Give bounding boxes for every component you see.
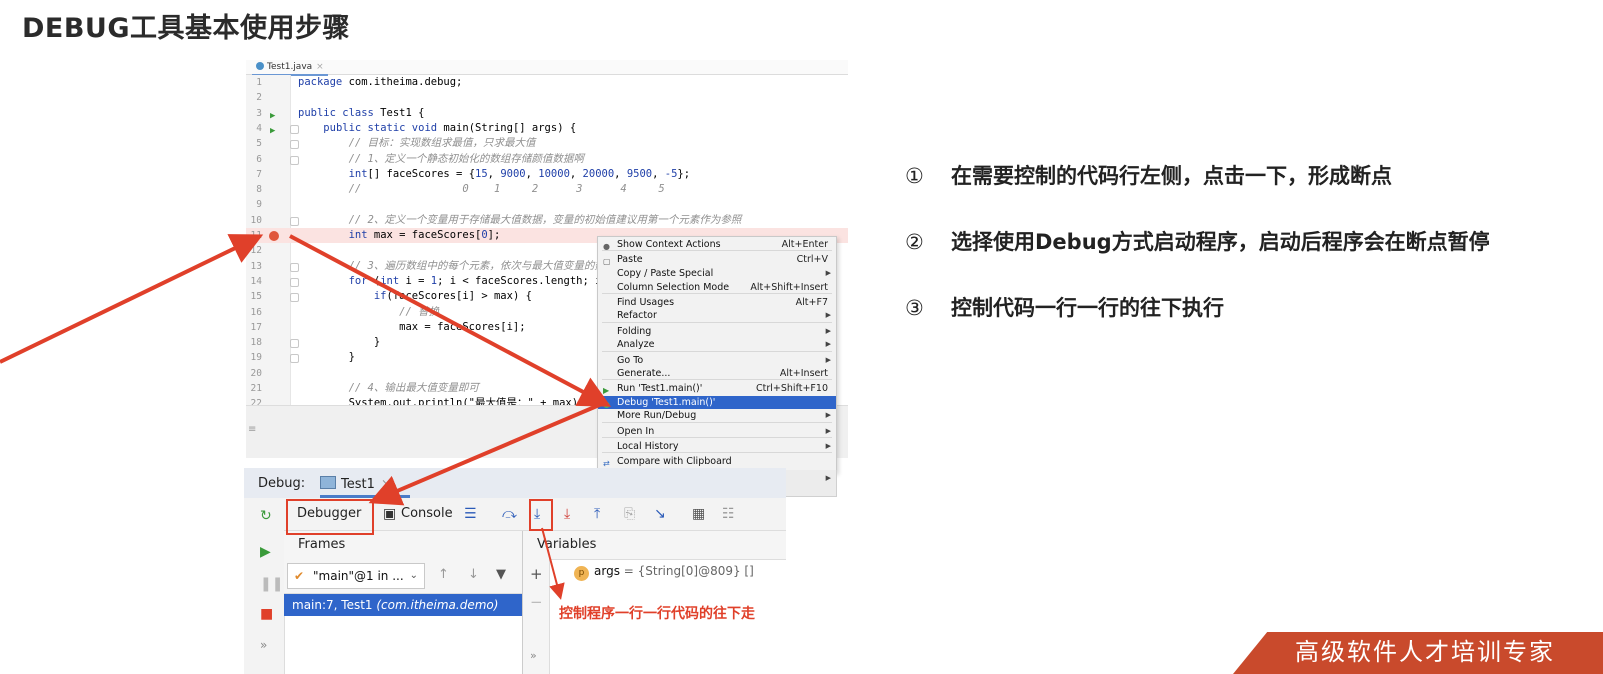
arrow-to-breakpoint bbox=[0, 234, 264, 364]
step-2-number: ② bbox=[905, 230, 924, 254]
step-1-text: 在需要控制的代码行左侧，点击一下，形成断点 bbox=[951, 164, 1392, 188]
annotation-arrows bbox=[0, 234, 612, 600]
arrow-to-debug-menu bbox=[289, 234, 612, 407]
annotation-caption: 控制程序一行一行代码的往下走 bbox=[559, 606, 755, 622]
step-3-number: ③ bbox=[905, 296, 924, 320]
footer-banner-text: 高级软件人才培训专家 bbox=[1295, 638, 1555, 666]
step-2-text: 选择使用Debug方式启动程序，启动后程序会在断点暂停 bbox=[951, 230, 1490, 254]
step-3: ③ 控制代码一行一行的往下执行 bbox=[905, 292, 1224, 322]
step-1-number: ① bbox=[905, 164, 924, 188]
arrow-to-debugger-tab bbox=[368, 401, 605, 506]
step-3-text: 控制代码一行一行的往下执行 bbox=[951, 296, 1224, 320]
step-2: ② 选择使用Debug方式启动程序，启动后程序会在断点暂停 bbox=[905, 226, 1490, 256]
arrow-to-caption bbox=[541, 527, 565, 600]
step-1: ① 在需要控制的代码行左侧，点击一下，形成断点 bbox=[905, 160, 1392, 190]
